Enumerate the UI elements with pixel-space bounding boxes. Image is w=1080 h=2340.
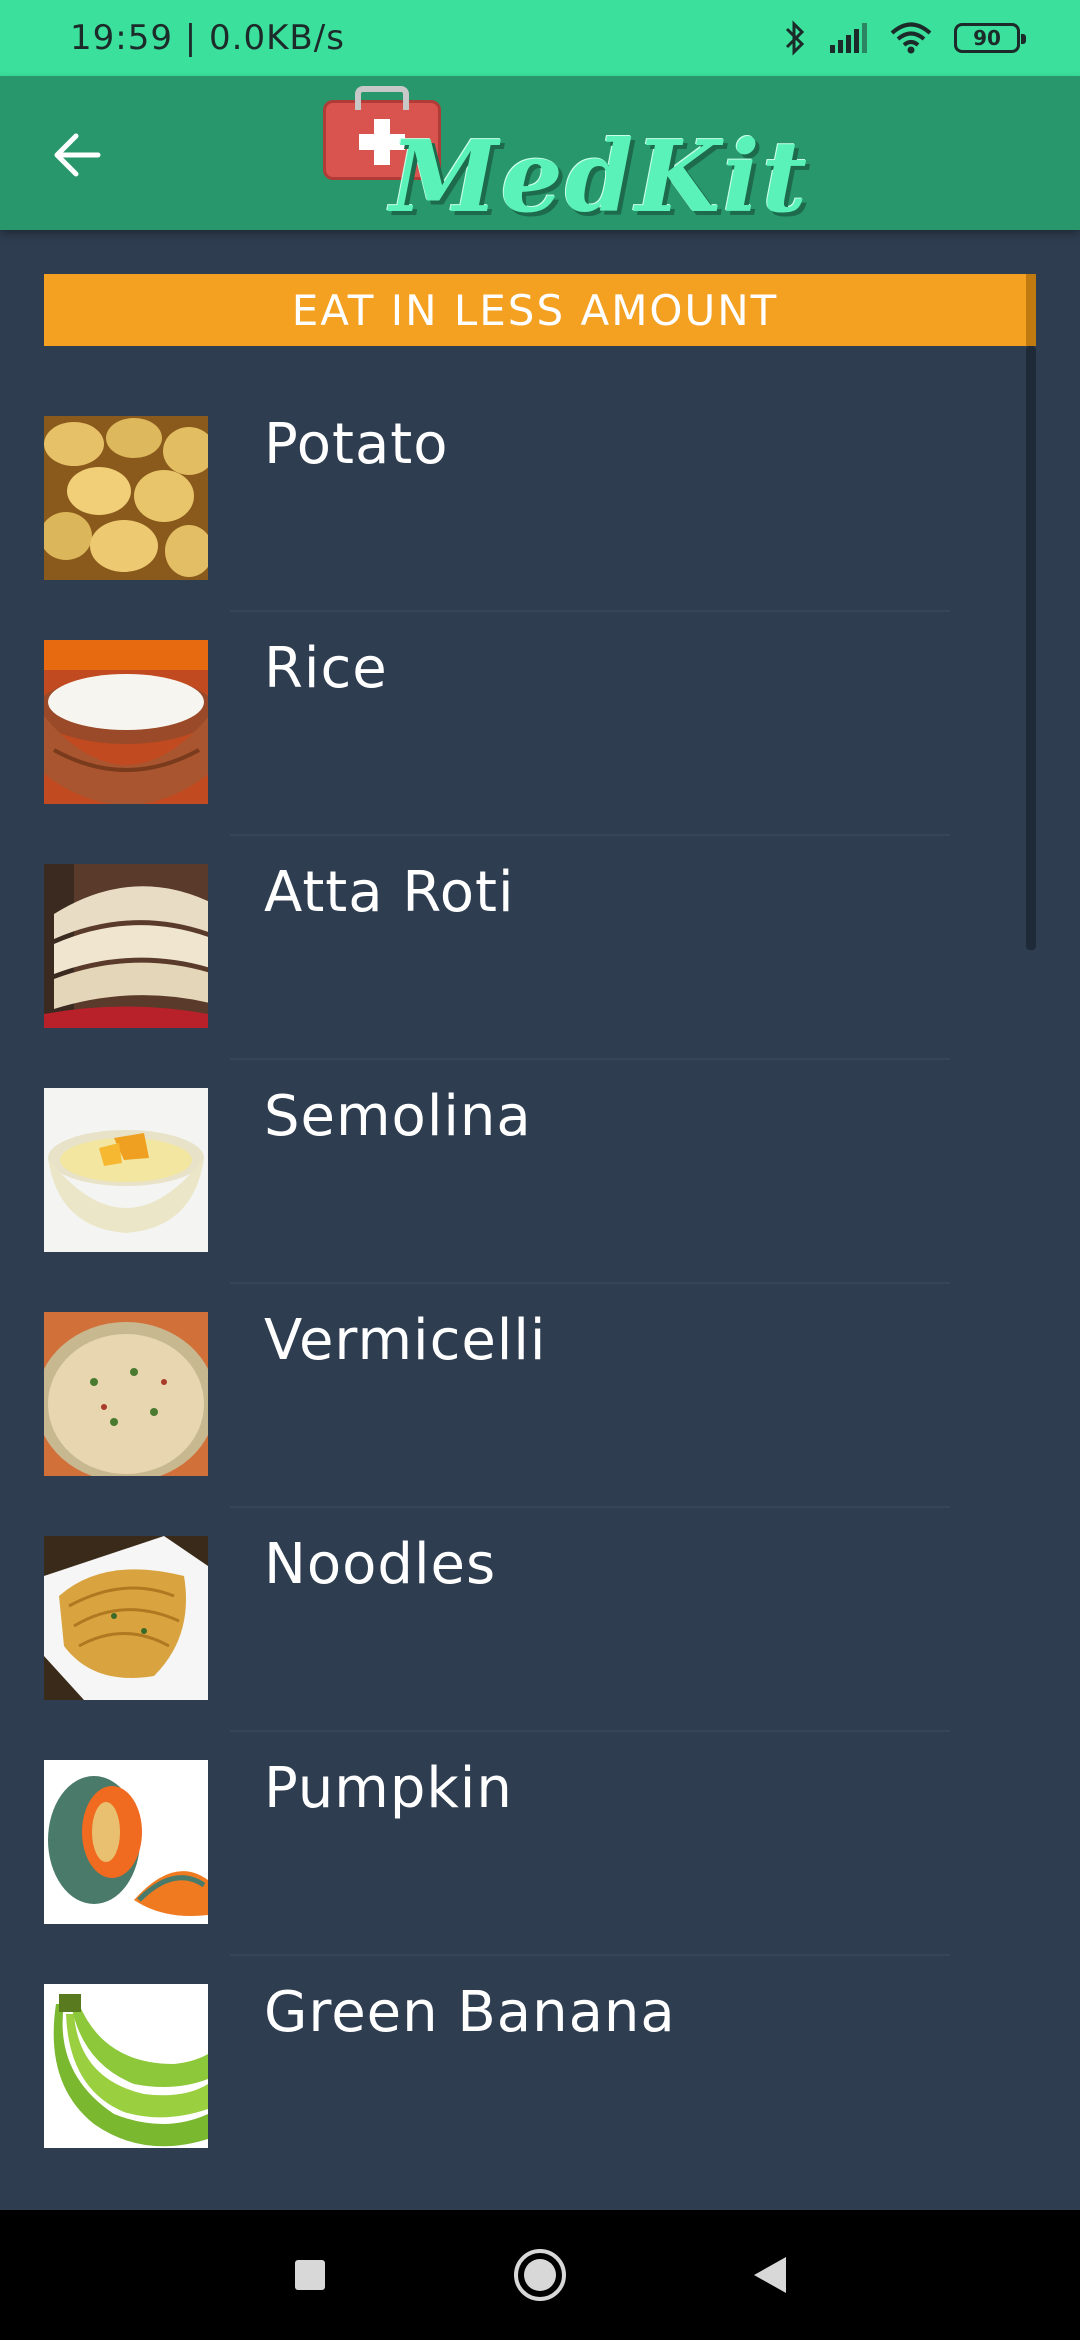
semolina-image — [44, 1088, 208, 1252]
status-bar: 19:59 | 0.0KB/s 90 — [0, 0, 1080, 76]
potato-image — [44, 416, 208, 580]
battery-icon: 90 — [954, 23, 1026, 53]
list-item[interactable]: Rice — [0, 570, 1080, 836]
list-item[interactable]: Noodles — [0, 1466, 1080, 1732]
banana-image — [44, 1984, 208, 2148]
signal-icon — [828, 23, 868, 53]
food-name: Noodles — [264, 1532, 497, 1597]
food-name: Atta Roti — [264, 860, 515, 925]
list-item[interactable]: Potato — [0, 346, 1080, 612]
roti-image — [44, 864, 208, 1028]
list-item[interactable]: Semolina — [0, 1018, 1080, 1284]
noodles-image — [44, 1536, 208, 1700]
recent-apps-button[interactable] — [270, 2235, 350, 2315]
section-header: EAT IN LESS AMOUNT — [44, 274, 1036, 346]
arrow-left-icon — [54, 133, 101, 177]
list-item[interactable]: Green Banana — [0, 1914, 1080, 2148]
status-icons: 90 — [784, 20, 1026, 56]
home-icon — [514, 2249, 566, 2301]
app-logo: MedKit — [320, 82, 807, 235]
list-item[interactable]: Atta Roti — [0, 794, 1080, 1060]
list-item[interactable]: Pumpkin — [0, 1690, 1080, 1956]
back-icon — [754, 2257, 786, 2293]
food-name: Green Banana — [264, 1980, 676, 2045]
recent-apps-icon — [295, 2260, 325, 2290]
bluetooth-icon — [784, 20, 806, 56]
food-list: Potato Rice Atta Roti Semolina Vermicell… — [0, 346, 1080, 2148]
medkit-handle — [355, 86, 409, 110]
list-item[interactable]: Vermicelli — [0, 1242, 1080, 1508]
food-name: Pumpkin — [264, 1756, 513, 1821]
system-back-button[interactable] — [730, 2235, 810, 2315]
pumpkin-image — [44, 1760, 208, 1924]
food-name: Vermicelli — [264, 1308, 547, 1373]
vermicelli-image — [44, 1312, 208, 1476]
logo-text: MedKit — [390, 120, 810, 235]
app-bar: MedKit — [0, 76, 1080, 235]
system-nav-bar — [0, 2210, 1080, 2340]
food-name: Semolina — [264, 1084, 532, 1149]
status-time-speed: 19:59 | 0.0KB/s — [70, 18, 345, 58]
rice-image — [44, 640, 208, 804]
wifi-icon — [890, 22, 932, 54]
back-button[interactable] — [40, 118, 114, 192]
food-name: Potato — [264, 412, 449, 477]
food-name: Rice — [264, 636, 388, 701]
home-button[interactable] — [500, 2235, 580, 2315]
